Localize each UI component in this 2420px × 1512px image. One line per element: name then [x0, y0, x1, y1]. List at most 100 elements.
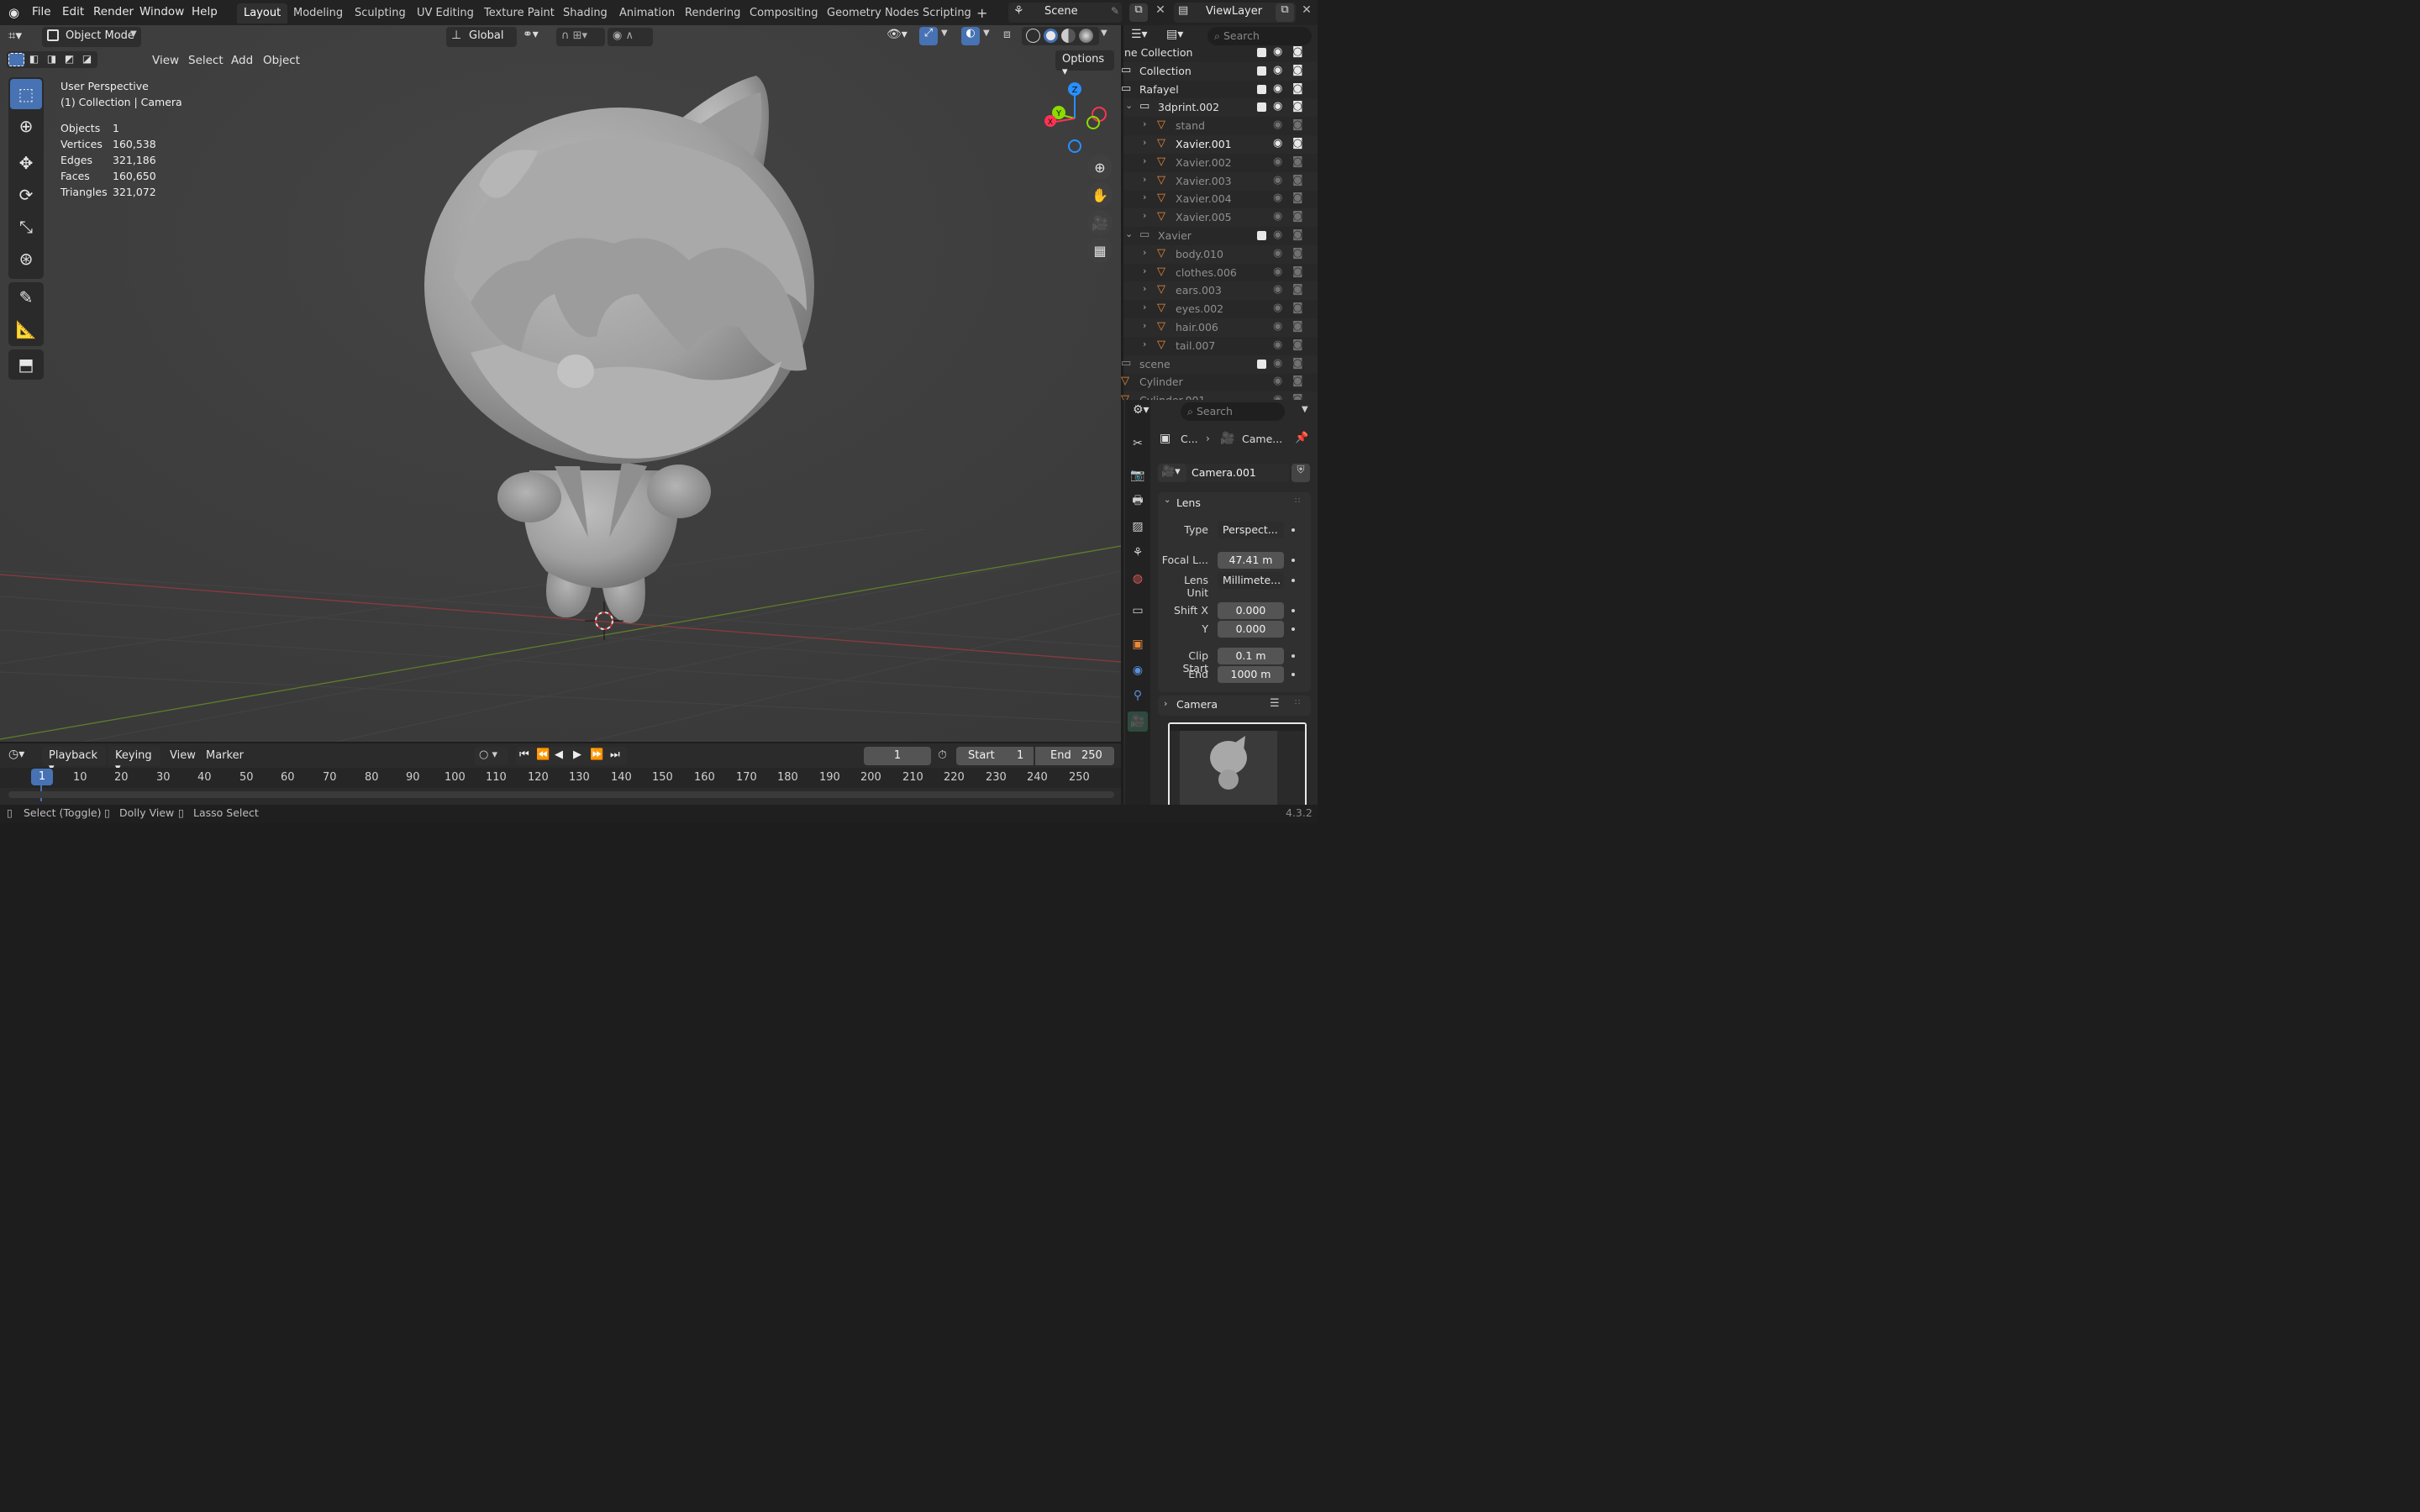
- tab-scripting[interactable]: Scripting: [916, 3, 978, 24]
- eye-icon[interactable]: ◉: [1273, 100, 1282, 113]
- tab-sculpting[interactable]: Sculpting: [348, 3, 413, 24]
- camera-render-icon[interactable]: ◙: [1292, 228, 1303, 241]
- constraints-tab-icon[interactable]: ⚲: [1128, 685, 1148, 706]
- transform-tool-icon[interactable]: ⊛: [10, 244, 42, 274]
- eye-icon[interactable]: ◉: [1273, 45, 1282, 58]
- camera-render-icon[interactable]: ◙: [1292, 118, 1303, 131]
- render-tab-icon[interactable]: 📷: [1128, 465, 1148, 486]
- eye-icon[interactable]: ◉: [1273, 64, 1282, 76]
- camera-render-icon[interactable]: ◙: [1292, 357, 1303, 370]
- properties-search-input[interactable]: ⌕ Search: [1181, 402, 1285, 421]
- xray-icon[interactable]: ⧈: [1003, 28, 1011, 41]
- outliner-row[interactable]: ▭ Collection ◉ ◙: [1121, 62, 1318, 81]
- camera-render-icon[interactable]: ◙: [1292, 155, 1303, 168]
- eye-icon[interactable]: ◉: [1273, 247, 1282, 260]
- camera-render-icon[interactable]: ◙: [1292, 100, 1303, 113]
- chevron-right-icon[interactable]: ›: [1143, 137, 1146, 148]
- camera-view-icon[interactable]: 🎥: [1087, 210, 1113, 235]
- collection-tab-icon[interactable]: ▭: [1128, 601, 1148, 621]
- keyframe-dot[interactable]: [1292, 609, 1295, 612]
- outliner-search-input[interactable]: ⌕ Search: [1207, 27, 1312, 45]
- eye-icon[interactable]: ◉: [1273, 375, 1282, 387]
- keying-menu[interactable]: Keying ▾: [108, 746, 160, 774]
- material-shading-icon[interactable]: [1061, 29, 1076, 43]
- camera-browse-icon[interactable]: 🎥▾: [1158, 464, 1186, 482]
- physics-tab-icon[interactable]: ◉: [1128, 660, 1148, 680]
- scale-tool-icon[interactable]: ⤡: [10, 212, 42, 242]
- select-intersect-icon[interactable]: ◪: [80, 53, 94, 66]
- gizmo-toggle-icon[interactable]: ⤢: [919, 27, 938, 45]
- select-extend-icon[interactable]: ◧: [27, 53, 41, 66]
- playback-menu[interactable]: Playback ▾: [42, 746, 106, 774]
- stopwatch-icon[interactable]: ⏱: [938, 748, 947, 762]
- world-tab-icon[interactable]: ◍: [1128, 569, 1148, 589]
- outliner-row[interactable]: › ▽ hair.006 ◉ ◙: [1123, 318, 1318, 337]
- next-keyframe-icon[interactable]: ⏩: [590, 748, 603, 761]
- editor-type-icon[interactable]: ⌗▾: [8, 28, 39, 46]
- eye-icon[interactable]: ◉: [1273, 302, 1282, 314]
- pan-hand-icon[interactable]: ✋: [1087, 182, 1113, 207]
- exclude-checkbox-icon[interactable]: [1257, 231, 1266, 240]
- lens-panel-title[interactable]: Lens: [1176, 496, 1201, 509]
- camera-render-icon[interactable]: ◙: [1292, 174, 1303, 186]
- chevron-right-icon[interactable]: ›: [1143, 302, 1146, 312]
- chevron-right-icon[interactable]: ›: [1143, 320, 1146, 331]
- eye-icon[interactable]: ◉: [1273, 265, 1282, 278]
- overlays-toggle-icon[interactable]: ◐: [961, 27, 980, 45]
- chevron-right-icon[interactable]: ›: [1143, 339, 1146, 349]
- drag-handle-icon[interactable]: ∷: [1295, 496, 1300, 506]
- menu-render[interactable]: Render: [93, 5, 134, 18]
- exclude-checkbox-icon[interactable]: [1257, 48, 1266, 57]
- clip-start-field[interactable]: 0.1 m: [1218, 648, 1284, 664]
- shift-x-field[interactable]: 0.000: [1218, 602, 1284, 619]
- menu-select[interactable]: Select: [188, 54, 224, 67]
- eye-icon[interactable]: ◉: [1273, 283, 1282, 296]
- eye-icon[interactable]: ◉: [1273, 339, 1282, 351]
- end-frame-field[interactable]: [1035, 747, 1114, 765]
- jump-end-icon[interactable]: ⏭: [610, 748, 620, 761]
- eye-icon[interactable]: ◉: [1273, 118, 1282, 131]
- display-mode-icon[interactable]: ▤▾: [1166, 28, 1183, 41]
- camera-render-icon[interactable]: ◙: [1292, 302, 1303, 314]
- focal-length-field[interactable]: 47.41 m: [1218, 552, 1284, 569]
- menu-file[interactable]: File: [32, 5, 51, 18]
- camera-render-icon[interactable]: ◙: [1292, 265, 1303, 278]
- properties-chevron-down-icon[interactable]: ▼: [1302, 405, 1308, 414]
- keyframe-dot[interactable]: [1292, 559, 1295, 562]
- prev-keyframe-icon[interactable]: ⏪: [536, 748, 550, 761]
- eye-icon[interactable]: ◉: [1273, 137, 1282, 150]
- timeline-marker-menu[interactable]: Marker: [206, 749, 244, 762]
- select-subtract-icon[interactable]: ◨: [45, 53, 59, 66]
- outliner-editor-icon[interactable]: ☰▾: [1131, 28, 1148, 41]
- shift-y-field[interactable]: 0.000: [1218, 621, 1284, 638]
- pin-icon[interactable]: 📌: [1295, 432, 1308, 444]
- chevron-right-icon[interactable]: ›: [1143, 265, 1146, 276]
- chevron-right-icon[interactable]: ›: [1143, 174, 1146, 185]
- camera-render-icon[interactable]: ◙: [1292, 283, 1303, 296]
- shading-chevron-down-icon[interactable]: ▼: [1101, 29, 1107, 38]
- tab-compositing[interactable]: Compositing: [743, 3, 825, 24]
- fake-user-icon[interactable]: ⛨: [1292, 464, 1310, 482]
- tab-layout[interactable]: Layout: [237, 3, 288, 24]
- exclude-checkbox-icon[interactable]: [1257, 102, 1266, 112]
- eye-icon[interactable]: ◉: [1273, 320, 1282, 333]
- menu-help[interactable]: Help: [192, 5, 218, 18]
- camera-render-icon[interactable]: ◙: [1292, 320, 1303, 333]
- camera-render-icon[interactable]: ◙: [1292, 82, 1303, 95]
- timeline-scrollbar[interactable]: [8, 791, 1114, 798]
- solid-shading-icon[interactable]: [1044, 29, 1058, 43]
- camera-render-icon[interactable]: ◙: [1292, 210, 1303, 223]
- select-box-tool-icon[interactable]: ⬚: [10, 79, 42, 109]
- outliner-row[interactable]: › ▽ ears.003 ◉ ◙: [1123, 281, 1318, 300]
- camera-render-icon[interactable]: ◙: [1292, 339, 1303, 351]
- keyframe-dot[interactable]: [1292, 654, 1295, 658]
- rotate-tool-icon[interactable]: ⟳: [10, 180, 42, 210]
- outliner-row[interactable]: ⌄ ▭ Xavier ◉ ◙: [1123, 227, 1318, 245]
- gizmo-chevron-down-icon[interactable]: ▼: [941, 29, 948, 38]
- scene-name[interactable]: Scene: [1044, 5, 1078, 18]
- keyframe-dot[interactable]: [1292, 673, 1295, 676]
- wireframe-shading-icon[interactable]: [1026, 29, 1040, 43]
- menu-view[interactable]: View: [152, 54, 179, 67]
- camera-render-icon[interactable]: ◙: [1292, 192, 1303, 204]
- outliner-row[interactable]: › ▽ body.010 ◉ ◙: [1123, 245, 1318, 264]
